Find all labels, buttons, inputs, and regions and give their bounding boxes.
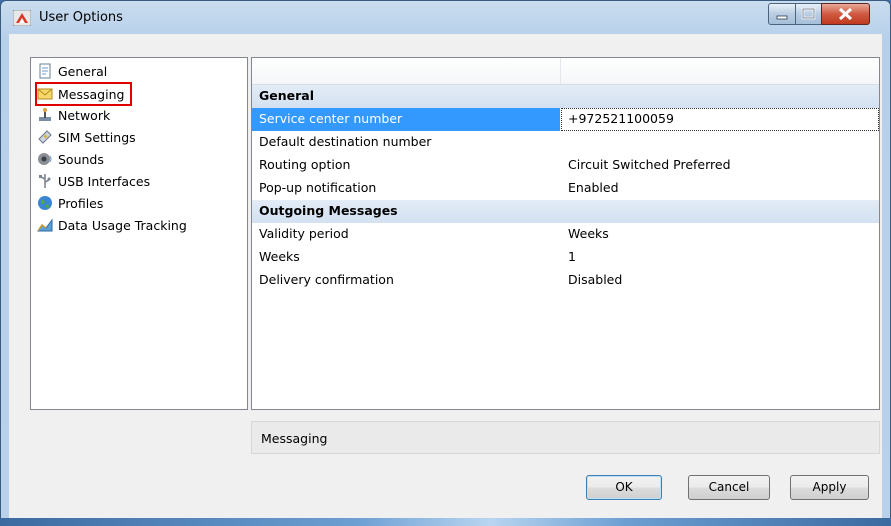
nav-item-label: Data Usage Tracking	[58, 217, 187, 233]
nav-item-label: Network	[58, 107, 111, 123]
nav-item-label: SIM Settings	[58, 129, 136, 145]
column-splitter[interactable]	[560, 58, 561, 84]
close-icon	[838, 7, 853, 21]
nav-item-label: Sounds	[58, 151, 104, 167]
property-row-popup-notification[interactable]: Pop-up notification Enabled	[252, 177, 879, 200]
property-row-validity-period[interactable]: Validity period Weeks	[252, 223, 879, 246]
property-value[interactable]: +972521100059	[568, 111, 674, 126]
cancel-button[interactable]: Cancel	[688, 475, 770, 500]
description-panel: Messaging	[251, 421, 880, 454]
app-logo-icon	[13, 10, 31, 26]
property-key: Delivery confirmation	[259, 272, 394, 287]
nav-item-sim-settings[interactable]: SIM Settings	[37, 126, 136, 148]
window-title: User Options	[39, 10, 123, 25]
nav-item-data-usage-tracking[interactable]: Data Usage Tracking	[37, 214, 187, 236]
sim-card-icon	[38, 130, 52, 144]
section-title: General	[259, 88, 314, 103]
chart-icon	[37, 218, 53, 232]
envelope-icon	[37, 88, 53, 100]
section-title: Outgoing Messages	[259, 203, 398, 218]
nav-item-label: Messaging	[58, 86, 125, 102]
dialog-body: General Messaging Network SIM Settings S…	[9, 34, 882, 519]
section-header-outgoing-messages[interactable]: Outgoing Messages	[252, 200, 879, 223]
nav-item-messaging[interactable]: Messaging	[35, 82, 133, 106]
property-row-weeks[interactable]: Weeks 1	[252, 246, 879, 269]
usb-icon	[39, 174, 51, 188]
apply-button[interactable]: Apply	[790, 475, 869, 500]
network-icon	[39, 108, 51, 121]
options-category-tree: General Messaging Network SIM Settings S…	[30, 57, 248, 410]
property-key: Default destination number	[259, 134, 432, 149]
nav-item-network[interactable]: Network	[37, 104, 110, 126]
nav-item-label: General	[58, 63, 108, 79]
nav-item-general[interactable]: General	[37, 60, 107, 82]
property-row-routing-option[interactable]: Routing option Circuit Switched Preferre…	[252, 154, 879, 177]
property-value[interactable]: 1	[568, 249, 576, 264]
property-key: Weeks	[259, 249, 300, 264]
minimize-button[interactable]	[768, 3, 796, 25]
property-key: Service center number	[259, 111, 403, 126]
nav-item-usb-interfaces[interactable]: USB Interfaces	[37, 170, 150, 192]
section-header-general[interactable]: General	[252, 85, 879, 108]
page-icon	[39, 63, 51, 79]
nav-item-label: USB Interfaces	[58, 173, 151, 189]
property-row-delivery-confirmation[interactable]: Delivery confirmation Disabled	[252, 269, 879, 292]
maximize-button[interactable]	[795, 3, 822, 25]
property-row-default-destination-number[interactable]: Default destination number	[252, 131, 879, 154]
description-text: Messaging	[261, 431, 328, 446]
taskbar-strip	[0, 518, 891, 526]
globe-icon	[38, 196, 52, 210]
close-button[interactable]	[821, 3, 870, 25]
nav-item-sounds[interactable]: Sounds	[37, 148, 104, 170]
property-value[interactable]: Disabled	[568, 272, 622, 287]
ok-button[interactable]: OK	[586, 475, 662, 500]
property-row-service-center-number[interactable]: Service center number +972521100059	[252, 108, 879, 131]
nav-item-profiles[interactable]: Profiles	[37, 192, 103, 214]
minimize-icon	[776, 15, 788, 20]
nav-item-label: Profiles	[58, 195, 104, 211]
property-grid: General Service center number +972521100…	[251, 57, 880, 410]
property-key: Pop-up notification	[259, 180, 377, 195]
user-options-window: User Options General Messaging Network S…	[0, 0, 891, 526]
property-value[interactable]: Circuit Switched Preferred	[568, 157, 731, 172]
property-key: Routing option	[259, 157, 351, 172]
grid-header	[252, 58, 879, 85]
property-value[interactable]: Weeks	[568, 226, 609, 241]
property-key: Validity period	[259, 226, 349, 241]
title-bar[interactable]: User Options	[1, 1, 890, 35]
property-value[interactable]: Enabled	[568, 180, 619, 195]
speaker-icon	[38, 153, 52, 165]
maximize-icon	[801, 7, 816, 20]
